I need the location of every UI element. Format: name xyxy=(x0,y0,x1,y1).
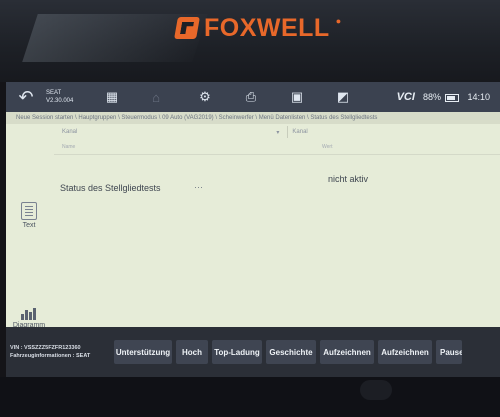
column-value-header: Wert xyxy=(322,144,333,150)
device-knob xyxy=(360,380,392,400)
vehicle-version: V2.30.004 xyxy=(46,98,74,104)
table-header: Kanal ▾ Kanal xyxy=(54,126,500,138)
brand-name: FOXWELL xyxy=(204,13,330,42)
text-icon xyxy=(21,202,37,220)
channel-right-label: Kanal xyxy=(292,129,308,135)
up-button[interactable]: Hoch xyxy=(176,340,208,364)
vehicle-make: SEAT xyxy=(46,90,62,96)
table-row-more[interactable]: ··· xyxy=(194,182,203,192)
image-icon[interactable]: ▣ xyxy=(274,82,320,112)
left-rail: Text Diagramm xyxy=(6,126,52,336)
text-view-label: Text xyxy=(22,222,36,229)
calendar-icon[interactable]: ▦ xyxy=(94,82,130,112)
table-row-value: nicht aktiv xyxy=(328,174,369,184)
support-button[interactable]: Unterstützung xyxy=(114,340,172,364)
channel-select-right[interactable]: Kanal xyxy=(287,126,500,138)
device-bezel-bottom xyxy=(0,377,500,417)
diagram-view-button[interactable]: Diagramm xyxy=(10,306,48,329)
brand-mark-icon xyxy=(174,17,200,39)
settings-icon[interactable]: ⚙ xyxy=(182,82,228,112)
status-area: VCI 88% 14:10 xyxy=(397,91,500,103)
bottom-bar: VIN : VSSZZZ5FZFR123360 Fahrzeuginformat… xyxy=(6,327,500,377)
brand-logo: FOXWELL ● xyxy=(174,13,342,42)
top-load-button[interactable]: Top-Ladung xyxy=(212,340,262,364)
print-icon[interactable]: ⎙ xyxy=(228,82,274,112)
record-button[interactable]: Aufzeichnen xyxy=(320,340,374,364)
home-icon[interactable]: ⌂ xyxy=(130,82,182,112)
vehicle-info-line: Fahrzeuginformationen : SEAT xyxy=(10,353,91,359)
screenshot-icon[interactable]: ◩ xyxy=(320,82,366,112)
vehicle-info: SEAT V2.30.004 xyxy=(46,89,94,105)
battery-percent: 88% xyxy=(422,92,441,102)
table-row-label: Status des Stellgliedtests xyxy=(60,183,161,193)
breadcrumb: Neue Session starten \ Hauptgruppen \ St… xyxy=(6,112,500,124)
clock: 14:10 xyxy=(467,92,490,102)
column-name-header: Name xyxy=(62,144,76,150)
bar-chart-icon xyxy=(20,306,38,320)
table-subheader: Name Wert xyxy=(54,144,500,155)
battery-indicator: 88% xyxy=(423,92,460,102)
pause-button[interactable]: Pause xyxy=(436,340,462,364)
history-button[interactable]: Geschichte xyxy=(266,340,316,364)
channel-select-left[interactable]: Kanal ▾ xyxy=(54,126,287,138)
text-view-button[interactable]: Text xyxy=(10,202,48,229)
channel-left-label: Kanal xyxy=(62,129,78,135)
chevron-down-icon: ▾ xyxy=(276,129,280,136)
vci-status: VCI xyxy=(396,91,415,103)
top-toolbar: ↶ SEAT V2.30.004 ▦ ⌂ ⚙ ⎙ ▣ ◩ VCI 88% 14:… xyxy=(6,82,500,112)
device-screen: ↶ SEAT V2.30.004 ▦ ⌂ ⚙ ⎙ ▣ ◩ VCI 88% 14:… xyxy=(6,82,500,377)
back-arrow-icon[interactable]: ↶ xyxy=(6,82,46,112)
brand-dot: ● xyxy=(335,16,342,26)
battery-icon xyxy=(445,93,460,102)
device-bezel-top: FOXWELL ● xyxy=(0,0,500,82)
vehicle-id-info: VIN : VSSZZZ5FZFR123360 Fahrzeuginformat… xyxy=(6,344,114,360)
vin-line: VIN : VSSZZZ5FZFR123360 xyxy=(10,345,81,351)
record-button-2[interactable]: Aufzeichnen xyxy=(378,340,432,364)
